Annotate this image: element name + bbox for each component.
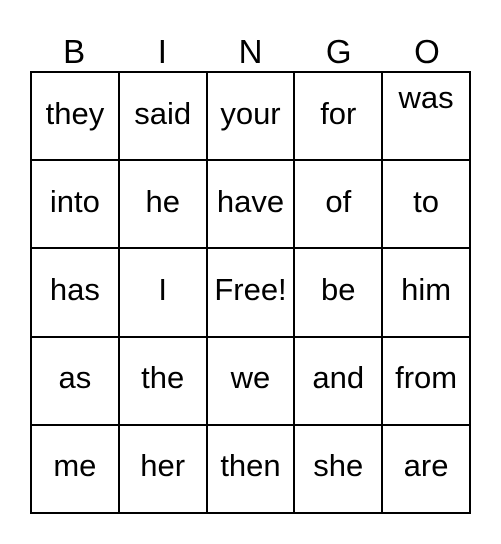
bingo-cell[interactable]: be [295,249,384,338]
bingo-header-row: B I N G O [30,20,471,68]
bingo-cell[interactable]: are [383,425,471,515]
bingo-row: into he have of to [32,161,471,250]
bingo-cell-label: and [312,360,365,396]
header-letter-text: O [414,33,440,70]
bingo-cell-label: be [321,272,356,307]
bingo-cell[interactable]: I [119,249,208,338]
bingo-cell[interactable]: him [383,249,471,338]
bingo-cell-label: he [145,183,180,219]
bingo-cell[interactable]: have [207,161,296,250]
bingo-cell-label: of [325,183,352,219]
bingo-cell[interactable]: her [119,425,208,515]
bingo-cell[interactable]: to [383,161,471,250]
bingo-cell-label: as [58,360,92,396]
bingo-cell[interactable]: into [32,161,120,250]
bingo-row: me her then she are [32,425,471,515]
header-letter-text: B [63,33,86,70]
bingo-header-letter-n: N [206,20,294,68]
bingo-cell-label: have [216,183,285,219]
bingo-cell-label: for [320,95,357,131]
bingo-cell[interactable]: of [295,161,384,250]
bingo-cell[interactable]: the [119,337,208,426]
bingo-cell-label: then [220,448,281,484]
bingo-row: as the we and from [32,337,471,426]
bingo-cell[interactable]: he [119,161,208,250]
bingo-cell-label: we [230,360,271,396]
bingo-card: B I N G O they said your for was into he… [0,0,501,544]
bingo-cell-label: me [53,448,97,484]
bingo-cell[interactable]: for [295,73,384,162]
bingo-cell-label: they [45,95,105,131]
bingo-cell[interactable]: me [32,425,120,515]
bingo-header-letter-o: O [383,20,471,68]
bingo-cell[interactable]: said [119,73,208,162]
bingo-cell-label: into [49,183,100,219]
bingo-grid: they said your for was into he have of t… [30,71,471,515]
bingo-cell[interactable]: was [383,73,471,162]
bingo-cell-label: I [158,272,167,307]
bingo-cell[interactable]: from [383,337,471,426]
bingo-cell-label: to [413,183,440,219]
header-letter-text: I [157,33,167,70]
bingo-row: has I Free! be him [32,249,471,338]
bingo-cell[interactable]: and [295,337,384,426]
bingo-cell-label: her [140,448,186,484]
bingo-cell-label: said [134,95,192,131]
bingo-free-space-cell[interactable]: Free! [207,249,296,338]
header-letter-text: N [238,33,263,70]
bingo-cell-label: him [401,272,452,307]
bingo-cell[interactable]: then [207,425,296,515]
bingo-free-space-label: Free! [214,272,287,307]
bingo-cell[interactable]: has [32,249,120,338]
bingo-cell-label: she [313,448,364,484]
bingo-cell-label: the [141,360,185,396]
header-letter-text: G [325,33,352,70]
bingo-row: they said your for was [32,73,471,162]
bingo-header-letter-b: B [30,20,118,68]
bingo-header-letter-g: G [295,20,383,68]
bingo-cell[interactable]: your [207,73,296,162]
bingo-cell-label: are [403,448,449,484]
bingo-cell[interactable]: we [207,337,296,426]
bingo-cell-label: has [49,272,100,307]
bingo-cell[interactable]: she [295,425,384,515]
bingo-cell-label: from [395,360,458,396]
bingo-cell-label: was [398,80,454,115]
bingo-cell[interactable]: they [32,73,120,162]
bingo-header-letter-i: I [118,20,206,68]
bingo-cell-label: your [220,95,281,131]
bingo-cell[interactable]: as [32,337,120,426]
